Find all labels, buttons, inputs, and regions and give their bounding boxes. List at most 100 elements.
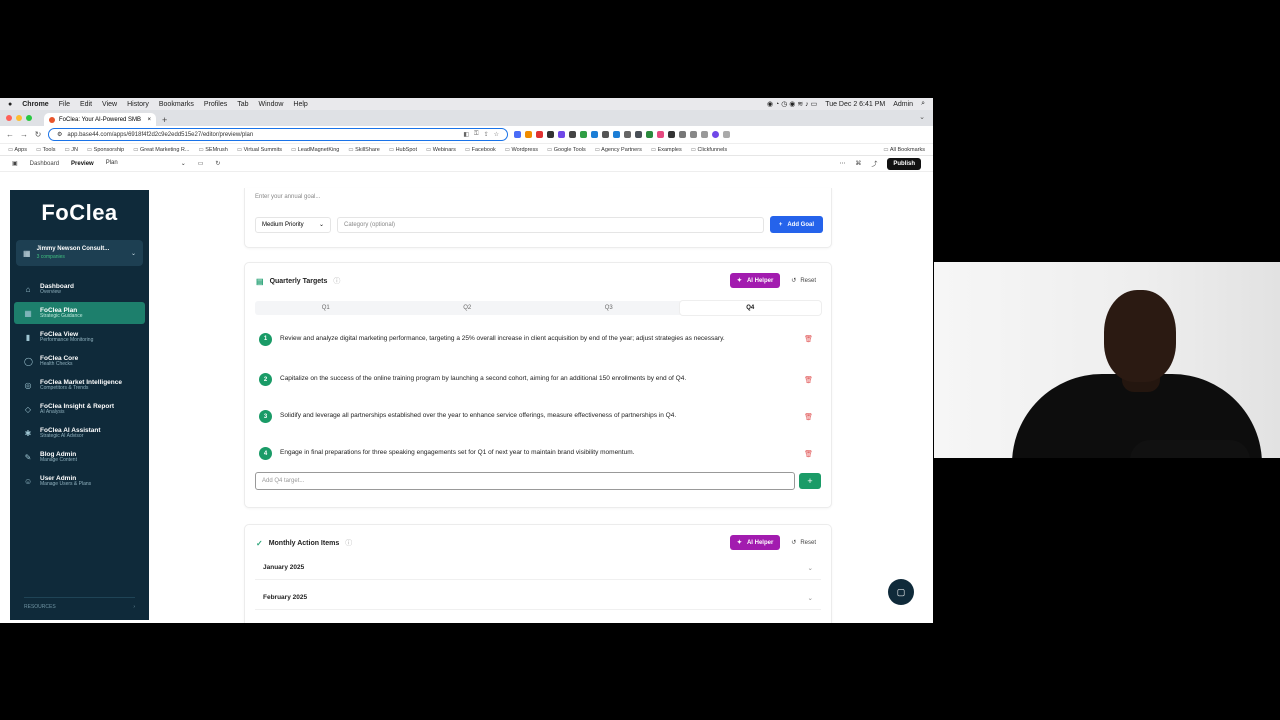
info-icon[interactable]: ⓘ — [333, 276, 340, 286]
sidebar-item-dashboard[interactable]: ⌂ Dashboard Overview — [14, 278, 145, 300]
forward-icon[interactable]: → — [20, 130, 28, 139]
add-goal-button[interactable]: + Add Goal — [769, 216, 823, 233]
month-accordion-january[interactable]: January 2025 ⌄ — [255, 556, 821, 580]
publish-button[interactable]: Publish — [887, 157, 921, 170]
site-info-icon[interactable]: ⚙ — [57, 131, 62, 138]
reset-button[interactable]: ↺ Reset — [786, 273, 821, 288]
refresh-icon[interactable]: ↻ — [215, 160, 220, 167]
kebab-menu-icon[interactable] — [723, 131, 730, 138]
extension-icon[interactable] — [679, 131, 686, 138]
sidebar-item-foclea-view[interactable]: ▮ FoClea View Performance Monitoring — [14, 326, 145, 348]
sidebar-item-user-admin[interactable]: ☺ User Admin Manage Users & Plans — [14, 470, 145, 492]
reload-icon[interactable]: ↻ — [34, 130, 42, 139]
sidebar-item-foclea-ai-assistant[interactable]: ✱ FoClea AI Assistant Strategic AI Advisor — [14, 422, 145, 444]
ai-helper-button[interactable]: ✦ AI Helper — [729, 273, 781, 288]
bookmark-item[interactable]: Agency Partners — [595, 147, 642, 153]
sidebar-item-foclea-plan[interactable]: ▦ FoClea Plan Strategic Guidance — [14, 302, 145, 324]
trash-icon[interactable]: 🗑 — [804, 335, 813, 343]
annual-goal-input[interactable]: Enter your annual goal... — [255, 194, 821, 200]
download-icon[interactable] — [690, 131, 697, 138]
dashboard-link[interactable]: Dashboard — [30, 161, 59, 167]
bookmark-item[interactable]: Examples — [651, 147, 682, 153]
all-bookmarks[interactable]: All Bookmarks — [883, 147, 925, 153]
target-text[interactable]: Solidify and leverage all partnerships e… — [280, 411, 790, 421]
menubar-app-name[interactable]: Chrome — [22, 101, 48, 108]
sidebar-item-foclea-market-intelligence[interactable]: ◎ FoClea Market Intelligence Competitors &… — [14, 374, 145, 396]
trash-icon[interactable]: 🗑 — [804, 413, 813, 421]
extension-icon[interactable] — [536, 131, 543, 138]
apple-icon[interactable]: ● — [8, 101, 12, 108]
add-target-button[interactable]: + — [799, 473, 821, 489]
sidebar-toggle-icon[interactable]: ▣ — [12, 160, 18, 167]
menu-file[interactable]: File — [59, 101, 70, 108]
extension-icon[interactable] — [558, 131, 565, 138]
page-select[interactable]: Plan ⌄ — [106, 160, 186, 167]
extension-icon[interactable] — [602, 131, 609, 138]
key-icon[interactable]: ⚿ — [474, 131, 479, 138]
tab-q3[interactable]: Q3 — [538, 301, 680, 315]
bookmark-item[interactable]: JN — [64, 147, 78, 153]
profile-avatar[interactable] — [712, 131, 719, 138]
bookmark-item[interactable]: Tools — [36, 147, 56, 153]
minimize-window-icon[interactable] — [16, 115, 22, 121]
bookmark-item[interactable]: Wordpress — [505, 147, 538, 153]
tab-close-icon[interactable]: × — [147, 117, 151, 123]
url-bar[interactable]: ⚙ app.base44.com/apps/6918f4f2d2c9e2edd5… — [48, 128, 508, 141]
info-icon[interactable]: ⓘ — [345, 538, 352, 548]
extension-icon[interactable] — [657, 131, 664, 138]
extension-icon[interactable] — [591, 131, 598, 138]
sidebar-item-blog-admin[interactable]: ✎ Blog Admin Manage Content — [14, 446, 145, 468]
sidebar-item-foclea-core[interactable]: ◯ FoClea Core Health Checks — [14, 350, 145, 372]
add-target-input[interactable]: Add Q4 target... — [255, 472, 795, 490]
menu-edit[interactable]: Edit — [80, 101, 92, 108]
reset-button[interactable]: ↺ Reset — [786, 535, 821, 550]
trash-icon[interactable]: 🗑 — [804, 376, 813, 384]
status-icons[interactable]: ◉ ◔ ◷ ◉ ≋ ♪ ▭ — [767, 100, 817, 108]
ai-helper-button[interactable]: ✦ AI Helper — [729, 535, 781, 550]
share-icon[interactable]: ⇪ — [484, 131, 489, 138]
extension-icon[interactable] — [514, 131, 521, 138]
tab-search-chevron-icon[interactable]: ⌄ — [919, 113, 925, 121]
tab-q1[interactable]: Q1 — [255, 301, 397, 315]
menubar-user[interactable]: Admin — [893, 101, 913, 108]
bookmark-item[interactable]: SEMrush — [199, 147, 228, 153]
tab-q4[interactable]: Q4 — [679, 301, 821, 315]
bookmark-item[interactable]: Virtual Summits — [237, 147, 282, 153]
device-toggle-icon[interactable]: ▭ — [198, 160, 204, 167]
bookmark-item[interactable]: HubSpot — [389, 147, 417, 153]
preview-tab[interactable]: Preview — [71, 161, 94, 167]
bookmark-item[interactable]: Apps — [8, 147, 27, 153]
bookmark-item[interactable]: Great Marketing R... — [133, 147, 190, 153]
resources-section[interactable]: RESOURCES › — [24, 597, 135, 610]
browser-tab[interactable]: FoClea: Your AI-Powered SMB × — [44, 113, 156, 126]
translate-icon[interactable]: ◧ — [463, 131, 469, 138]
extension-icon[interactable] — [646, 131, 653, 138]
menubar-datetime[interactable]: Tue Dec 2 6:41 PM — [825, 101, 885, 108]
month-accordion-february[interactable]: February 2025 ⌄ — [255, 586, 821, 610]
bookmark-item[interactable]: Webinars — [426, 147, 456, 153]
bookmark-item[interactable]: LeadMagnetKing — [291, 147, 340, 153]
extension-icon[interactable] — [525, 131, 532, 138]
close-window-icon[interactable] — [6, 115, 12, 121]
zoom-window-icon[interactable] — [26, 115, 32, 121]
spotlight-search-icon[interactable]: ⌕ — [921, 100, 925, 108]
trash-icon[interactable]: 🗑 — [804, 450, 813, 458]
menu-view[interactable]: View — [102, 101, 117, 108]
target-text[interactable]: Capitalize on the success of the online … — [280, 374, 790, 384]
category-input[interactable]: Category (optional) — [337, 216, 764, 233]
extension-icon[interactable] — [580, 131, 587, 138]
workspace-switcher[interactable]: ▦ Jimmy Newson Consult... 3 companies ⌄ — [16, 240, 143, 266]
extension-icon[interactable] — [624, 131, 631, 138]
bookmark-item[interactable]: Clickfunnels — [691, 147, 727, 153]
menu-tab[interactable]: Tab — [237, 101, 248, 108]
bookmark-item[interactable]: Facebook — [465, 147, 496, 153]
bookmark-item[interactable]: SkillShare — [348, 147, 380, 153]
new-tab-button[interactable]: + — [162, 115, 167, 125]
sidebar-item-foclea-insight-report[interactable]: ◇ FoClea Insight & Report AI Analysis — [14, 398, 145, 420]
more-icon[interactable]: ⋯ — [839, 160, 845, 167]
menu-help[interactable]: Help — [293, 101, 307, 108]
extension-icon[interactable] — [547, 131, 554, 138]
target-text[interactable]: Engage in final preparations for three s… — [280, 448, 790, 458]
bookmark-item[interactable]: Sponsorship — [87, 147, 125, 153]
back-icon[interactable]: ← — [6, 130, 14, 139]
